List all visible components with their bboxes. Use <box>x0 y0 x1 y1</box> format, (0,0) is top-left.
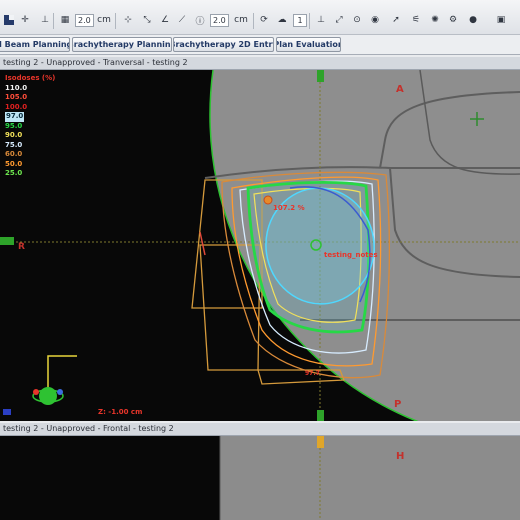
eye-icon[interactable]: ◉ <box>368 13 382 27</box>
small-dose-label: 97.7 <box>305 370 320 377</box>
applicator-outline-3 <box>257 369 345 385</box>
window-layout-icon[interactable] <box>2 13 16 27</box>
main-toolbar: ✛ ⊥ ▦ 2.0 cm ⊹ ⤡ ∠ ⟋ ⓘ 2.0 cm ⟳ ☁ 1 ⊥ ⤢ … <box>0 0 520 35</box>
grid-size-field-2[interactable]: 2.0 <box>210 14 229 27</box>
arrows-icon[interactable]: ⤢ <box>332 13 346 27</box>
dose-cloud-icon[interactable]: ☁ <box>275 13 289 27</box>
beam-icon[interactable]: ⚟ <box>409 13 423 27</box>
frontal-crosshair-marker <box>317 436 324 448</box>
target-icon[interactable]: ⊙ <box>350 13 364 27</box>
grid-size-field-1[interactable]: 2.0 <box>75 14 94 27</box>
orientation-head: H <box>396 451 404 462</box>
legend-item[interactable]: 95.0 <box>5 122 55 132</box>
legend-title: Isodoses (%) <box>5 74 56 82</box>
transversal-view-header: testing 2 - Unapproved - Tranversal - te… <box>0 57 520 70</box>
legend-item[interactable]: 97.0 <box>5 112 25 122</box>
legend-item[interactable]: 60.0 <box>5 150 55 160</box>
crosshair-bottom-marker <box>317 410 324 421</box>
marker-icon[interactable]: ⊥ <box>314 13 328 27</box>
frontal-viewport[interactable]: H <box>0 436 520 520</box>
orientation-figure <box>39 387 57 405</box>
legend-item[interactable]: 50.0 <box>5 160 55 170</box>
number-field[interactable]: 1 <box>293 14 307 27</box>
crosshair-icon[interactable]: ✛ <box>18 13 32 27</box>
max-dose-point <box>263 195 273 205</box>
orientation-posterior: P <box>394 399 401 410</box>
orientation-axes <box>47 355 77 390</box>
crosshair-left-marker <box>0 237 14 245</box>
ruler-icon[interactable]: ⊥ <box>38 13 52 27</box>
frontal-view-header: testing 2 - Unapproved - Frontal - testi… <box>0 423 520 436</box>
legend-item[interactable]: 110.0 <box>5 84 55 94</box>
transversal-viewport[interactable]: 107.2 % testing_notes A P R Z: -1.00 cm … <box>0 70 520 421</box>
isocenter-label: testing_notes <box>324 251 378 259</box>
legend-item[interactable]: 75.0 <box>5 141 55 151</box>
unit-label-1: cm <box>97 15 111 25</box>
tab-plan-evaluation[interactable]: Plan Evaluation <box>276 37 341 52</box>
transversal-image: 107.2 % testing_notes A P R Z: -1.00 cm … <box>0 70 520 421</box>
frontal-image: H <box>219 436 520 520</box>
sun-icon[interactable]: ✺ <box>428 13 442 27</box>
dot-icon[interactable]: ● <box>466 13 480 27</box>
workspace-tabs: al Beam Planning Brachytherapy Planning … <box>0 35 520 55</box>
legend-item[interactable]: 90.0 <box>5 131 55 141</box>
angle-icon[interactable]: ∠ <box>158 13 172 27</box>
screen-icon[interactable]: ▣ <box>494 13 508 27</box>
line-icon[interactable]: ⟋ <box>175 13 189 27</box>
crosshair-top-marker <box>317 70 324 82</box>
pan-icon[interactable]: ⊹ <box>121 13 135 27</box>
grid-icon[interactable]: ▦ <box>58 13 72 27</box>
tab-external-beam-planning[interactable]: al Beam Planning <box>0 37 70 52</box>
isodose-legend: Isodoses (%) 110.0 105.0 100.0 97.0 95.0… <box>5 74 55 179</box>
orientation-right: R <box>18 242 25 252</box>
info-icon[interactable]: ⓘ <box>193 13 207 27</box>
tab-brachytherapy-planning[interactable]: Brachytherapy Planning <box>72 37 172 52</box>
measure-icon[interactable]: ⤡ <box>140 13 154 27</box>
tab-brachytherapy-2d-entry[interactable]: Brachytherapy 2D Entry <box>173 37 274 52</box>
pointer-icon[interactable]: ➚ <box>389 13 403 27</box>
legend-item[interactable]: 25.0 <box>5 169 55 179</box>
unit-label-2: cm <box>234 15 248 25</box>
frontal-body-region <box>220 436 520 520</box>
rotate-3d-icon[interactable]: ⟳ <box>257 13 271 27</box>
legend-item[interactable]: 100.0 <box>5 103 55 113</box>
settings-icon[interactable]: ⚙ <box>446 13 460 27</box>
max-dose-label: 107.2 % <box>273 204 305 212</box>
legend-item[interactable]: 105.0 <box>5 93 55 103</box>
slice-position-label: Z: -1.00 cm <box>98 408 142 416</box>
orientation-anterior: A <box>396 84 404 95</box>
